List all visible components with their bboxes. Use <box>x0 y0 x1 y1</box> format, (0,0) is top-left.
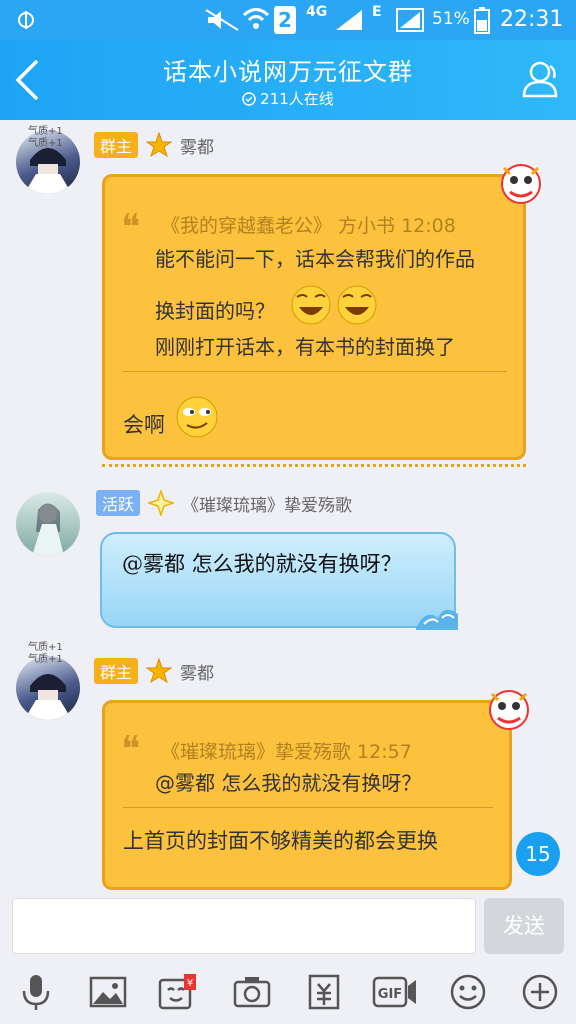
wifi-icon <box>242 8 270 29</box>
input-bar: 发送 <box>0 892 576 960</box>
active-badge: 活跃 <box>96 490 141 516</box>
avatar-figure <box>24 674 72 720</box>
sparkle-icon <box>148 490 175 516</box>
signal-icon-2 <box>396 8 424 32</box>
sender-row: 群主 雾都 <box>94 658 214 684</box>
avatar-tag: 气质+1 <box>28 138 63 149</box>
message-bubble[interactable]: ❝ 《我的穿越蠢老公》 方小书 12:08 能不能问一下，话本会帮我们的作品 换… <box>102 174 526 467</box>
network-type: 4G <box>306 4 328 20</box>
transfer-icon[interactable] <box>304 972 344 1012</box>
group-members-icon[interactable] <box>520 58 562 100</box>
wave-icon <box>416 609 458 630</box>
unread-count-badge[interactable]: 15 <box>516 832 560 876</box>
svg-text:¥: ¥ <box>187 978 193 989</box>
laugh-cry-emoji-icon <box>291 285 377 325</box>
signal-icon <box>336 10 362 30</box>
message-text: @雾都 怎么我的就没有换呀？ <box>122 552 402 576</box>
image-icon[interactable] <box>88 972 128 1012</box>
input-toolbar: ¥ GIF <box>0 960 576 1024</box>
sender-name[interactable]: 《璀璨琉璃》挚爱殇歌 <box>182 491 352 516</box>
gif-icon[interactable]: GIF <box>372 972 418 1012</box>
group-title: 话本小说网万元征文群 <box>163 58 413 86</box>
quote-divider <box>123 807 493 808</box>
star-icon <box>146 658 173 684</box>
plus-icon[interactable] <box>520 972 560 1012</box>
emoji-icon[interactable] <box>448 972 488 1012</box>
sender-row: 群主 雾都 <box>94 132 214 158</box>
sim-indicator: 2 <box>274 6 296 34</box>
online-count: 211人在线 <box>0 88 576 109</box>
star-icon <box>146 132 173 158</box>
message-bubble[interactable]: @雾都 怎么我的就没有换呀？ <box>100 532 458 630</box>
avatar[interactable] <box>16 656 80 720</box>
quote-line: 能不能问一下，话本会帮我们的作品 <box>155 247 475 271</box>
battery-percent: 51% <box>432 9 470 29</box>
send-button[interactable]: 发送 <box>484 898 564 954</box>
online-icon <box>242 92 256 106</box>
message-input[interactable] <box>12 898 476 954</box>
mute-icon <box>205 9 239 31</box>
quote-mark-icon: ❝ <box>121 729 141 770</box>
clock: 22:31 <box>500 7 564 32</box>
chat-area[interactable]: 气质+1 气质+1 群主 雾都 ❝ 《我的穿越蠢老公》 方小书 12:08 能不… <box>0 120 576 892</box>
lion-dance-icon <box>501 164 541 204</box>
online-count-text: 211人在线 <box>260 90 334 108</box>
quote-header: 《我的穿越蠢老公》 方小书 12:08 <box>161 215 456 237</box>
sender-row: 活跃 《璀璨琉璃》挚爱殇歌 <box>96 490 352 516</box>
lion-dance-icon <box>489 690 529 730</box>
sender-name[interactable]: 雾都 <box>180 659 214 684</box>
svg-text:GIF: GIF <box>378 987 402 1002</box>
network-e: E <box>372 4 382 20</box>
avatar-tag: 气质+1 <box>28 654 63 665</box>
battery-icon <box>474 7 490 34</box>
red-packet-icon[interactable]: ¥ <box>158 972 198 1012</box>
camera-icon[interactable] <box>232 972 272 1012</box>
microphone-icon[interactable] <box>16 972 56 1012</box>
quote-divider <box>123 371 507 372</box>
sender-name[interactable]: 雾都 <box>180 133 214 158</box>
owner-badge: 群主 <box>94 132 139 158</box>
message-bubble[interactable]: ❝ 《璀璨琉璃》挚爱殇歌 12:57 @雾都 怎么我的就没有换呀？ 上首页的封面… <box>102 700 512 890</box>
owner-badge: 群主 <box>94 658 139 684</box>
quote-header: 《璀璨琉璃》挚爱殇歌 12:57 <box>161 741 412 763</box>
quote-mark-icon: ❝ <box>121 207 141 248</box>
app-bar: 话本小说网万元征文群 211人在线 <box>0 40 576 120</box>
reply-text: 会啊 <box>123 413 165 437</box>
quote-line: 刚刚打开话本，有本书的封面换了 <box>155 335 455 359</box>
reply-text: 上首页的封面不够精美的都会更换 <box>123 829 438 853</box>
status-bar: 2 4G E 51% 22:31 <box>0 0 576 40</box>
quote-line: @雾都 怎么我的就没有换呀？ <box>155 771 422 795</box>
avatar-figure <box>32 503 64 556</box>
nfc-icon <box>18 11 34 29</box>
avatar[interactable] <box>16 492 80 556</box>
smirk-emoji-icon <box>176 396 218 438</box>
